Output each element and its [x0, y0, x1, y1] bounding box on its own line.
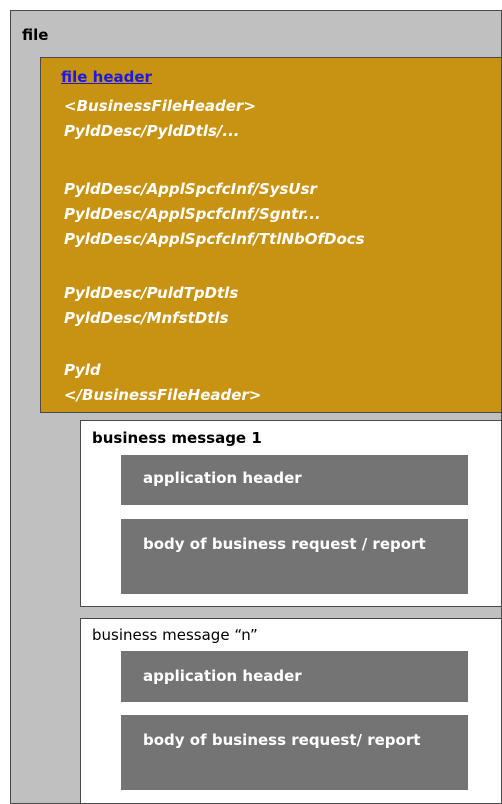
header-line-ttl-nb-of-docs: PyldDesc/ApplSpcfcInf/TtlNbOfDocs — [64, 230, 365, 248]
business-message-1-title: business message 1 — [92, 429, 262, 447]
file-label: file — [22, 26, 49, 44]
message-n-application-header: application header — [121, 651, 468, 702]
header-line-pyld: Pyld — [64, 361, 101, 379]
header-line-open-tag: <BusinessFileHeader> — [64, 97, 256, 115]
header-line-pyld-dtls: PyldDesc/PyldDtls/... — [64, 122, 240, 140]
message-1-application-header: application header — [121, 455, 468, 505]
header-line-puld-tp-dtls: PyldDesc/PuldTpDtls — [64, 284, 239, 302]
business-message-n-title: business message “n” — [92, 626, 258, 644]
message-n-body: body of business request/ report — [121, 715, 468, 790]
header-line-close-tag: </BusinessFileHeader> — [64, 386, 262, 404]
header-line-sgntr: PyldDesc/ApplSpcfcInf/Sgntr... — [64, 205, 321, 223]
header-line-sys-usr: PyldDesc/ApplSpcfcInf/SysUsr — [64, 180, 317, 198]
header-line-mnfst-dtls: PyldDesc/MnfstDtls — [64, 309, 229, 327]
file-header-link[interactable]: file header — [61, 68, 152, 86]
message-1-body: body of business request / report — [121, 519, 468, 594]
